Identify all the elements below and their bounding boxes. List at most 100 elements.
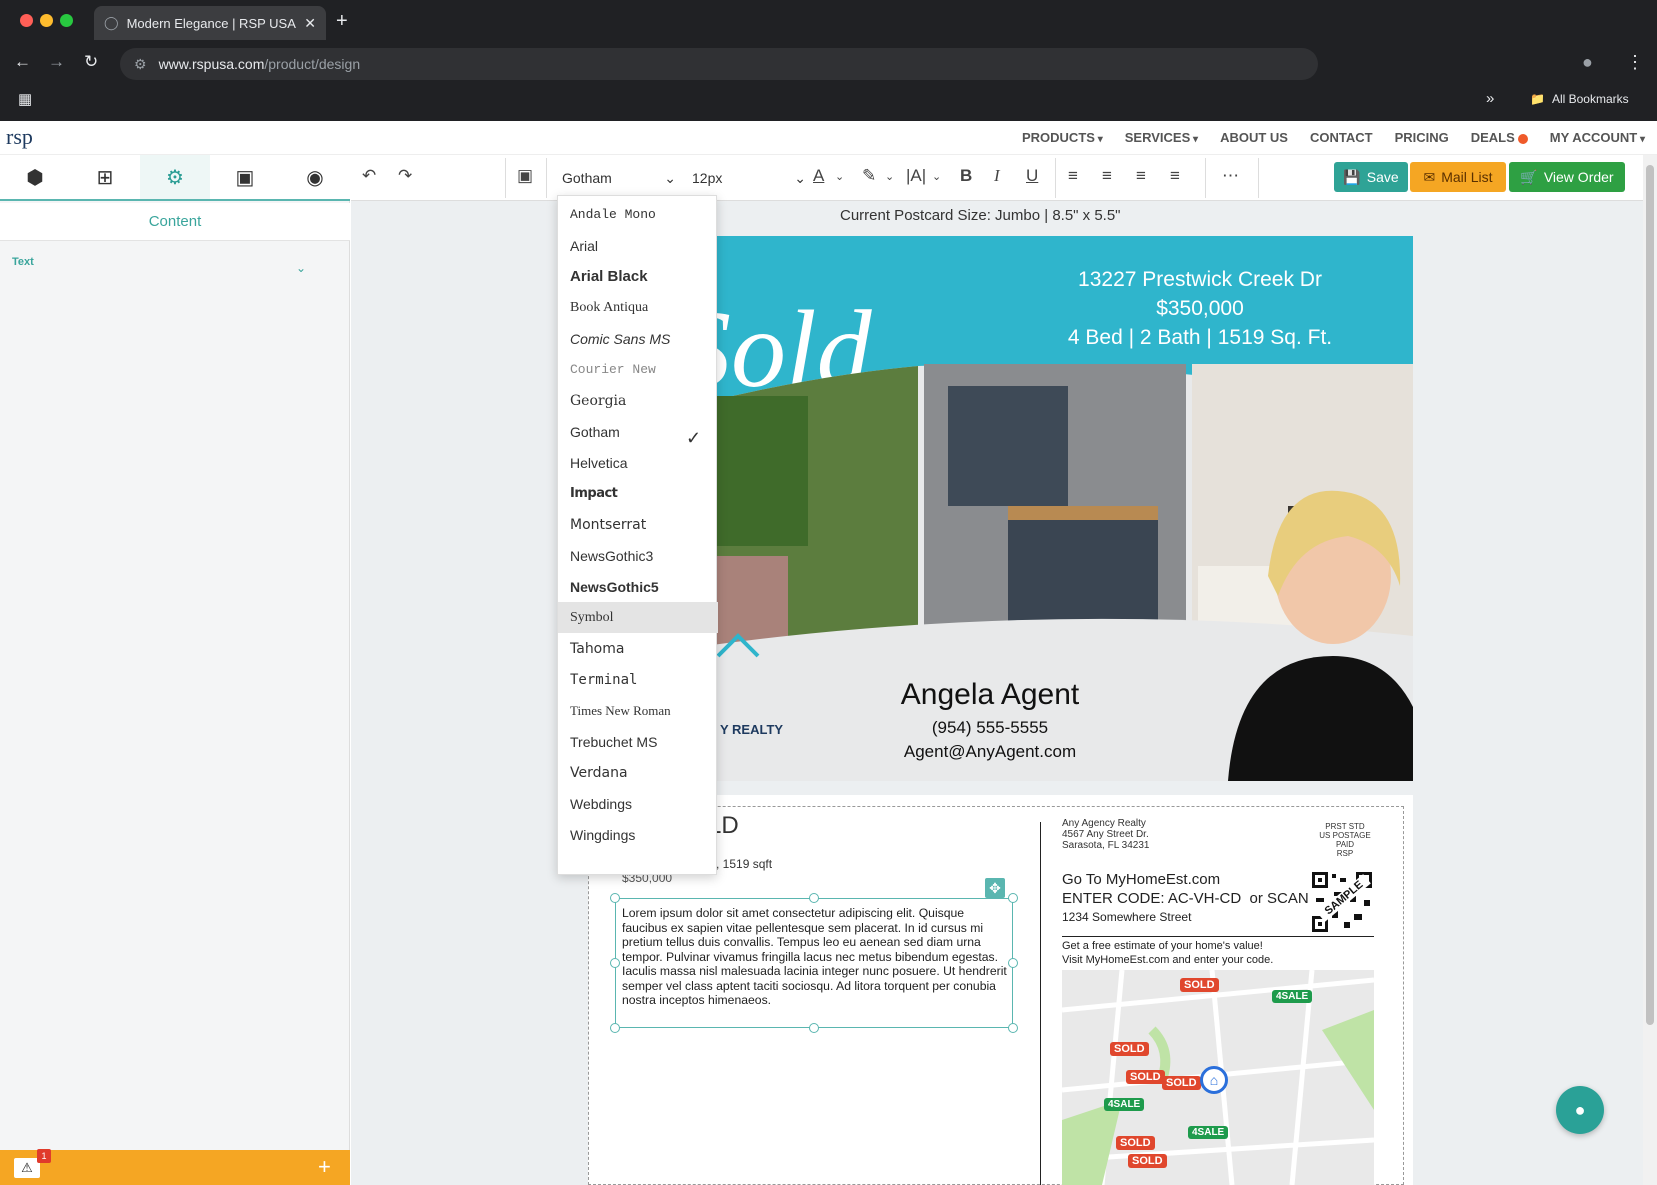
resize-handle[interactable]	[610, 893, 620, 903]
font-option-times-new-roman[interactable]: Times New Roman	[558, 695, 718, 726]
save-button[interactable]: 💾 Save	[1334, 162, 1408, 192]
browser-tab[interactable]: ◯ Modern Elegance | RSP USA ✕	[94, 6, 326, 40]
nav-pricing[interactable]: PRICING	[1395, 130, 1449, 145]
italic-icon[interactable]: I	[994, 166, 1000, 186]
minimize-window-dot[interactable]	[40, 14, 53, 27]
apps-grid-icon[interactable]: ▦	[18, 90, 32, 108]
letter-spacing-icon[interactable]: |A|	[906, 166, 926, 186]
listing-details[interactable]: 4 Bed | 2 Bath | 1519 Sq. Ft.	[980, 326, 1420, 350]
tab-images-icon[interactable]: ▣	[210, 155, 280, 199]
font-option-courier-new[interactable]: Courier New	[558, 354, 718, 385]
new-tab-icon[interactable]: +	[336, 10, 348, 33]
resize-handle[interactable]	[809, 893, 819, 903]
font-option-wingdings[interactable]: Wingdings	[558, 819, 718, 850]
neighborhood-map[interactable]: SOLD 4SALE SOLD SOLD SOLD 4SALE 4SALE SO…	[1062, 970, 1374, 1185]
text-section-label[interactable]: Text	[12, 256, 34, 268]
profile-icon[interactable]: ●	[1582, 52, 1593, 73]
font-option-impact[interactable]: Impact	[558, 478, 718, 509]
chevron-down-icon[interactable]: ⌄	[835, 170, 844, 183]
font-option-arial[interactable]: Arial	[558, 230, 718, 261]
font-option-terminal[interactable]: Terminal	[558, 664, 718, 695]
undo-icon[interactable]: ↶	[362, 166, 376, 186]
back-specs[interactable]: s, 1519 sqft	[710, 857, 772, 871]
more-options-icon[interactable]: ⋯	[1222, 166, 1239, 186]
nav-my-account[interactable]: MY ACCOUNT	[1550, 130, 1645, 145]
select-frame-icon[interactable]: ▣	[517, 166, 533, 186]
font-option-georgia[interactable]: Georgia	[558, 385, 718, 416]
scrollbar-thumb[interactable]	[1646, 165, 1654, 1025]
forward-icon[interactable]: →	[48, 52, 65, 72]
more-bookmarks-icon[interactable]: »	[1486, 90, 1494, 107]
home-estimate-block[interactable]: Go To MyHomeEst.com ENTER CODE: AC-VH-CD…	[1062, 870, 1309, 927]
resize-handle[interactable]	[1008, 1023, 1018, 1033]
all-bookmarks[interactable]: 📁 All Bookmarks	[1530, 92, 1629, 106]
nav-about-us[interactable]: ABOUT US	[1220, 130, 1288, 145]
font-option-arial-black[interactable]: Arial Black	[558, 261, 718, 292]
tab-products-cube-icon[interactable]: ⬢	[0, 155, 70, 199]
estimate-text[interactable]: Get a free estimate of your home's value…	[1062, 936, 1374, 967]
font-size-value: 12px	[692, 170, 723, 186]
underline-icon[interactable]: U	[1026, 166, 1038, 186]
nav-services[interactable]: SERVICES	[1125, 130, 1198, 145]
highlight-color-icon[interactable]: ✎	[862, 166, 876, 186]
resize-handle[interactable]	[610, 958, 620, 968]
font-option-trebuchet[interactable]: Trebuchet MS	[558, 726, 718, 757]
return-address[interactable]: Any Agency Realty 4567 Any Street Dr. Sa…	[1062, 818, 1149, 851]
font-size-select[interactable]: 12px ⌄	[684, 158, 814, 198]
back-icon[interactable]: ←	[14, 52, 31, 72]
body-text[interactable]: Lorem ipsum dolor sit amet consectetur a…	[622, 906, 1007, 1008]
font-option-newsgothic5[interactable]: NewsGothic5	[558, 571, 718, 602]
font-option-verdana[interactable]: Verdana	[558, 757, 718, 788]
font-option-montserrat[interactable]: Montserrat	[558, 509, 718, 540]
resize-handle[interactable]	[1008, 958, 1018, 968]
agent-email[interactable]: Agent@AnyAgent.com	[850, 742, 1130, 762]
chevron-down-icon[interactable]: ⌄	[885, 170, 894, 183]
rsp-logo[interactable]: rsp	[6, 124, 44, 154]
font-option-andale-mono[interactable]: Andale Mono	[558, 199, 718, 230]
agent-name[interactable]: Angela Agent	[850, 678, 1130, 712]
listing-price[interactable]: $350,000	[980, 297, 1420, 321]
font-family-select[interactable]: Gotham ⌄	[554, 158, 684, 198]
chat-assistant-icon[interactable]: ●	[1556, 1086, 1604, 1134]
nav-contact[interactable]: CONTACT	[1310, 130, 1373, 145]
listing-address[interactable]: 13227 Prestwick Creek Dr	[980, 268, 1420, 292]
font-option-symbol[interactable]: Symbol	[558, 602, 718, 633]
resize-handle[interactable]	[809, 1023, 819, 1033]
address-bar[interactable]: ⚙ www.rspusa.com/product/design	[120, 48, 1318, 80]
redo-icon[interactable]: ↷	[398, 166, 412, 186]
font-option-book-antiqua[interactable]: Book Antiqua	[558, 292, 718, 323]
font-option-tahoma[interactable]: Tahoma	[558, 633, 718, 664]
reload-icon[interactable]: ↻	[84, 52, 98, 72]
resize-handle[interactable]	[610, 1023, 620, 1033]
align-center-icon[interactable]: ≡	[1102, 166, 1112, 186]
align-justify-icon[interactable]: ≡	[1170, 166, 1180, 186]
browser-menu-icon[interactable]: ⋮	[1626, 52, 1644, 73]
font-option-helvetica[interactable]: Helvetica	[558, 447, 718, 478]
tab-close-icon[interactable]: ✕	[304, 15, 316, 32]
font-option-comic-sans[interactable]: Comic Sans MS	[558, 323, 718, 354]
font-option-webdings[interactable]: Webdings	[558, 788, 718, 819]
chevron-down-icon[interactable]: ⌄	[296, 261, 306, 275]
add-icon[interactable]: +	[318, 1154, 331, 1180]
align-right-icon[interactable]: ≡	[1136, 166, 1146, 186]
tab-palette-icon[interactable]: ◉	[280, 155, 350, 199]
font-option-newsgothic3[interactable]: NewsGothic3	[558, 540, 718, 571]
move-icon[interactable]: ✥	[985, 878, 1005, 898]
site-info-icon[interactable]: ⚙	[134, 56, 147, 73]
close-window-dot[interactable]	[20, 14, 33, 27]
main-menu: PRODUCTS SERVICES ABOUT US CONTACT PRICI…	[1022, 130, 1645, 145]
resize-handle[interactable]	[1008, 893, 1018, 903]
chevron-down-icon[interactable]: ⌄	[932, 170, 941, 183]
nav-deals[interactable]: DEALS	[1471, 130, 1528, 145]
realty-logo-text[interactable]: Y REALTY	[720, 722, 783, 737]
maximize-window-dot[interactable]	[60, 14, 73, 27]
mail-list-button[interactable]: ✉ Mail List	[1410, 162, 1506, 192]
nav-products[interactable]: PRODUCTS	[1022, 130, 1103, 145]
view-order-button[interactable]: 🛒 View Order	[1509, 162, 1625, 192]
bold-icon[interactable]: B	[960, 166, 972, 186]
tab-layout-grid-icon[interactable]: ⊞	[70, 155, 140, 199]
align-left-icon[interactable]: ≡	[1068, 166, 1078, 186]
text-color-icon[interactable]: A	[813, 166, 824, 186]
tab-settings-gear-icon[interactable]: ⚙	[140, 155, 210, 199]
agent-phone[interactable]: (954) 555-5555	[850, 718, 1130, 738]
